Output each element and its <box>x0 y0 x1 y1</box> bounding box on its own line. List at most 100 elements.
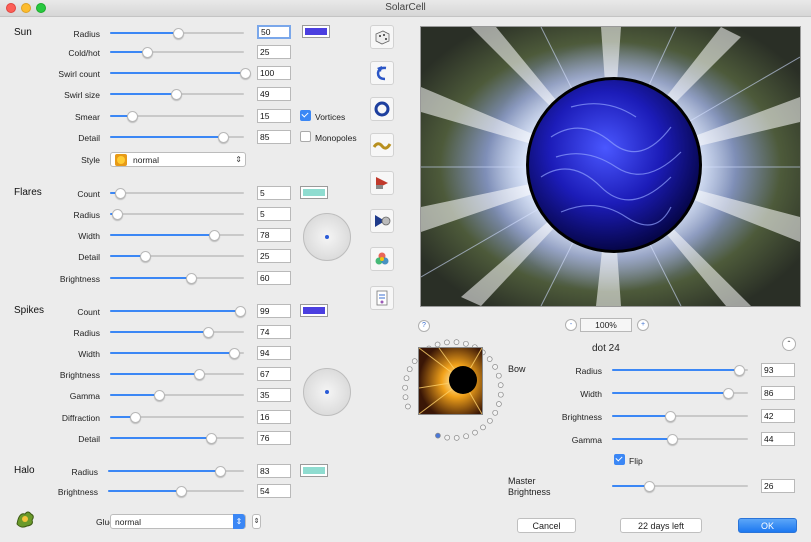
bow-dot[interactable] <box>497 382 504 388</box>
glue-popup[interactable]: normal ⇕ <box>110 514 246 529</box>
monopoles-checkbox[interactable]: Monopoles <box>300 131 357 143</box>
flares-count-field[interactable]: 5 <box>257 186 291 200</box>
sun-swirl-size-slider[interactable] <box>110 88 244 100</box>
bow-dot[interactable] <box>403 375 410 382</box>
flares-count-slider[interactable] <box>110 187 244 199</box>
bow-dot[interactable] <box>486 356 493 362</box>
flares-direction-dial[interactable] <box>303 213 351 261</box>
zoom-field[interactable]: 100% <box>580 318 632 332</box>
ring-icon[interactable] <box>370 97 394 121</box>
halo-radius-field[interactable]: 83 <box>257 464 291 478</box>
sun-cold-hot-field[interactable]: 25 <box>257 45 291 59</box>
bow-dot[interactable] <box>405 403 411 410</box>
bow-dot[interactable] <box>497 391 504 398</box>
sun-detail-slider[interactable] <box>110 131 244 143</box>
days-left-button[interactable]: 22 days left <box>620 518 702 533</box>
monopoles-checkbox-box[interactable] <box>300 131 311 142</box>
zoom-in-button[interactable]: + <box>637 319 649 331</box>
ok-button[interactable]: OK <box>738 518 797 533</box>
master-brightness-slider[interactable] <box>612 480 748 492</box>
sun-swirl-size-field[interactable]: 49 <box>257 87 291 101</box>
bow-dot[interactable] <box>492 409 499 416</box>
spikes-detail-field[interactable]: 76 <box>257 431 291 445</box>
dot-radius-field[interactable]: 93 <box>761 363 795 377</box>
dot-width-slider[interactable] <box>612 387 748 399</box>
flares-brightness-field[interactable]: 60 <box>257 271 291 285</box>
halo-color-swatch[interactable] <box>300 464 328 477</box>
render-icon[interactable] <box>370 171 394 195</box>
flares-brightness-slider[interactable] <box>110 272 244 284</box>
flares-width-field[interactable]: 78 <box>257 228 291 242</box>
spikes-gamma-field[interactable]: 35 <box>257 388 291 402</box>
cancel-button[interactable]: Cancel <box>517 518 576 533</box>
bow-dot[interactable] <box>492 364 498 370</box>
dot-brightness-slider[interactable] <box>612 410 748 422</box>
dot-gamma-slider[interactable] <box>612 433 748 445</box>
spikes-color-swatch[interactable] <box>300 304 328 317</box>
color-wheel-icon[interactable] <box>370 247 394 271</box>
dot-radius-slider[interactable] <box>612 364 748 376</box>
sun-swirl-count-slider[interactable] <box>110 67 251 79</box>
vortices-checkbox[interactable]: Vortices <box>300 110 345 122</box>
sun-detail-field[interactable]: 85 <box>257 130 291 144</box>
spikes-width-slider[interactable] <box>110 347 244 359</box>
bow-dot[interactable] <box>402 394 409 401</box>
spikes-width-field[interactable]: 94 <box>257 346 291 360</box>
halo-brightness-slider[interactable] <box>108 485 244 497</box>
bow-dot[interactable] <box>453 339 460 345</box>
dot-brightness-field[interactable]: 42 <box>761 409 795 423</box>
bow-dot[interactable] <box>406 366 413 373</box>
bow-dot[interactable] <box>402 384 408 391</box>
flares-detail-field[interactable]: 25 <box>257 249 291 263</box>
sun-smear-slider[interactable] <box>110 110 244 122</box>
bow-dot[interactable] <box>463 340 469 347</box>
bow-dot[interactable] <box>463 433 469 440</box>
bow-dot[interactable] <box>487 417 493 424</box>
wave-icon[interactable] <box>370 133 394 157</box>
help-button[interactable]: ? <box>418 320 430 332</box>
spikes-diffraction-slider[interactable] <box>110 411 244 423</box>
flip-checkbox-box[interactable] <box>614 454 625 465</box>
spikes-direction-dial[interactable] <box>303 368 351 416</box>
vortices-checkbox-box[interactable] <box>300 110 311 121</box>
halo-radius-slider[interactable] <box>108 465 244 477</box>
dot-width-field[interactable]: 86 <box>761 386 795 400</box>
sun-radius-field[interactable]: 50 <box>257 25 291 39</box>
spikes-count-slider[interactable] <box>110 305 247 317</box>
zoom-out-button[interactable]: - <box>565 319 577 331</box>
sun-style-popup[interactable]: normal ⇕ <box>110 152 246 167</box>
bow-dot[interactable] <box>472 429 478 436</box>
bow-dot[interactable] <box>444 339 450 346</box>
flares-color-swatch[interactable] <box>300 186 328 199</box>
collapse-chevron-icon[interactable]: ˆ <box>782 337 796 351</box>
halo-brightness-field[interactable]: 54 <box>257 484 291 498</box>
bow-dot[interactable] <box>435 432 441 439</box>
flares-radius-field[interactable]: 5 <box>257 207 291 221</box>
sun-color-swatch[interactable] <box>302 25 330 38</box>
bow-dot[interactable] <box>496 401 502 407</box>
bow-dot[interactable] <box>453 435 460 441</box>
spikes-brightness-field[interactable]: 67 <box>257 367 291 381</box>
bow-thumbnail[interactable] <box>418 347 483 415</box>
spikes-diffraction-field[interactable]: 16 <box>257 410 291 424</box>
spikes-gamma-slider[interactable] <box>110 389 244 401</box>
sun-cold-hot-slider[interactable] <box>110 46 244 58</box>
movie-icon[interactable] <box>370 209 394 233</box>
bow-dot[interactable] <box>444 434 451 441</box>
flares-radius-slider[interactable] <box>110 208 244 220</box>
spikes-brightness-slider[interactable] <box>110 368 244 380</box>
glue-stepper[interactable]: ⇕ <box>252 514 261 529</box>
spikes-radius-slider[interactable] <box>110 326 244 338</box>
spikes-radius-field[interactable]: 74 <box>257 325 291 339</box>
flip-checkbox[interactable]: Flip <box>614 454 643 466</box>
spikes-detail-slider[interactable] <box>110 432 244 444</box>
flares-width-slider[interactable] <box>110 229 244 241</box>
dot-gamma-field[interactable]: 44 <box>761 432 795 446</box>
sun-radius-slider[interactable] <box>110 27 244 39</box>
undo-icon[interactable] <box>370 61 394 85</box>
export-icon[interactable] <box>370 286 394 310</box>
bow-dot[interactable] <box>495 372 502 379</box>
sun-smear-field[interactable]: 15 <box>257 109 291 123</box>
spikes-count-field[interactable]: 99 <box>257 304 291 318</box>
bow-dot[interactable] <box>480 424 486 431</box>
